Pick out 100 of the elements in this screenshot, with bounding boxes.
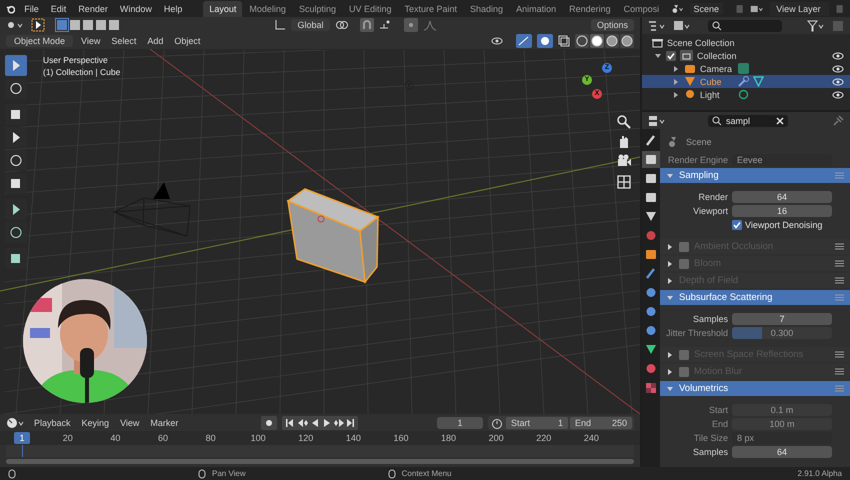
workspace-tab[interactable]: UV Editing — [342, 0, 398, 16]
view-layer-selector[interactable]: View Layer — [770, 2, 829, 16]
selection-mode-icon[interactable] — [108, 19, 120, 31]
expand-arrow-icon[interactable] — [654, 52, 662, 60]
timeline-track[interactable] — [6, 445, 634, 457]
selection-mode-icon[interactable] — [95, 19, 107, 31]
current-frame-marker[interactable]: 1 — [14, 432, 30, 444]
mode-dropdown[interactable]: Object Mode — [6, 35, 74, 47]
eye-icon[interactable] — [832, 64, 844, 74]
menu-item[interactable]: Select — [108, 36, 140, 46]
menu-item[interactable]: Edit — [48, 4, 70, 14]
workspace-tab[interactable]: Shading — [464, 0, 510, 16]
menu-item[interactable]: Window — [116, 4, 155, 14]
outliner-row[interactable]: Light — [642, 88, 850, 101]
gizmo-toggle-icon[interactable] — [516, 34, 532, 48]
object-label[interactable]: Light — [700, 90, 734, 100]
status-hint: Context Menu — [402, 469, 452, 478]
eye-icon[interactable] — [832, 90, 844, 100]
menu-item[interactable]: Playback — [31, 418, 74, 428]
panel-header[interactable]: Subsurface Scattering — [660, 290, 850, 305]
frame-number: 180 — [440, 433, 458, 443]
end-frame-field[interactable]: End 250 — [570, 416, 632, 428]
menu-item[interactable]: Add — [144, 36, 166, 46]
frame-number: 120 — [297, 433, 314, 443]
number-field[interactable]: 64 — [732, 446, 832, 458]
workspace-tab[interactable]: Animation — [510, 0, 562, 16]
menu-item[interactable]: Help — [160, 4, 186, 14]
object-label[interactable]: Camera — [700, 64, 734, 74]
light-data-icon[interactable] — [738, 89, 749, 100]
eye-icon[interactable] — [832, 50, 844, 60]
clear-icon[interactable] — [776, 116, 784, 124]
grip-icon[interactable] — [835, 172, 844, 179]
select-tool-icon[interactable] — [31, 18, 45, 32]
selection-mode-icon[interactable] — [56, 19, 68, 31]
frame-number: 40 — [109, 433, 122, 443]
workspace-tab[interactable]: Rendering — [563, 0, 617, 16]
menu-item[interactable]: Keying — [78, 418, 112, 428]
start-frame-field[interactable]: Start 1 — [506, 416, 568, 428]
mouse-icon — [198, 468, 206, 478]
selection-mode-icon[interactable] — [69, 19, 81, 31]
mesh-data-icon[interactable] — [753, 76, 764, 87]
grip-icon[interactable] — [835, 294, 844, 301]
collection-icon — [652, 38, 663, 48]
current-frame-field[interactable]: 1 — [437, 416, 483, 428]
workspace-tab[interactable]: Modeling — [243, 0, 292, 16]
collection-label[interactable]: Collection — [697, 50, 737, 60]
falloff-icon[interactable] — [422, 19, 436, 31]
frame-number: 160 — [392, 433, 410, 443]
workspace-tab[interactable]: Sculpting — [292, 0, 342, 16]
snap-icon[interactable] — [360, 18, 374, 32]
grid-view-icon[interactable] — [615, 173, 633, 191]
menu-item[interactable]: View — [117, 418, 142, 428]
zoom-icon[interactable] — [615, 113, 633, 131]
playback-controls-icon[interactable] — [282, 416, 358, 430]
checkbox[interactable] — [732, 220, 742, 230]
menu-item[interactable]: File — [21, 4, 42, 14]
search-field[interactable] — [708, 20, 782, 32]
panel-header[interactable]: Volumetrics — [660, 381, 850, 396]
rendered-shading-icon[interactable] — [620, 34, 634, 48]
wireframe-shading-icon[interactable] — [575, 34, 589, 48]
number-field[interactable]: 7 — [732, 312, 832, 324]
menu-item[interactable]: Marker — [147, 418, 182, 428]
proportional-edit-icon[interactable] — [404, 18, 418, 32]
overlay-toggle-icon[interactable] — [537, 34, 553, 48]
object-label[interactable]: Cube — [700, 76, 734, 86]
select-box-icon[interactable] — [5, 55, 27, 76]
grip-icon[interactable] — [835, 385, 844, 392]
selection-mode-icon[interactable] — [82, 19, 94, 31]
workspace-tab[interactable]: Layout — [203, 0, 242, 16]
solid-shading-icon[interactable] — [590, 34, 604, 48]
clock-icon[interactable] — [6, 416, 26, 428]
modifier-wrench-icon[interactable] — [738, 76, 749, 87]
number-field[interactable]: 64 — [732, 190, 832, 202]
scene-collection-label[interactable]: Scene Collection — [667, 38, 735, 48]
menu-item[interactable]: View — [78, 36, 104, 46]
pin-icon[interactable] — [832, 114, 844, 126]
options-dropdown[interactable]: Options — [590, 19, 634, 31]
panel-header[interactable]: Sampling — [660, 168, 850, 183]
camera-icon — [684, 63, 696, 74]
checkbox[interactable] — [666, 50, 676, 60]
menu-item[interactable]: Object — [171, 36, 204, 46]
number-field[interactable]: 16 — [732, 204, 832, 216]
workspace-tab[interactable]: Texture Paint — [398, 0, 464, 16]
orientation-dropdown[interactable]: Global — [291, 19, 330, 31]
mouse-icon — [8, 468, 16, 478]
scrollbar[interactable] — [6, 459, 634, 464]
eye-icon[interactable] — [832, 76, 844, 86]
mouse-icon — [388, 468, 396, 478]
menu-item[interactable]: Render — [75, 4, 111, 14]
outliner-row[interactable]: Cube — [642, 75, 850, 88]
render-engine-dropdown[interactable]: Eevee — [732, 154, 832, 166]
search-field[interactable]: sampl — [708, 114, 788, 126]
workspace-tab[interactable]: Composi — [618, 0, 666, 16]
scene-selector[interactable]: Scene — [690, 2, 724, 14]
frame-number: 240 — [582, 433, 600, 443]
material-shading-icon[interactable] — [605, 34, 619, 48]
xray-icon[interactable] — [558, 35, 570, 47]
view-name: User Perspective — [43, 55, 109, 65]
record-button[interactable] — [260, 416, 277, 430]
outliner-row[interactable]: Camera — [642, 62, 850, 75]
